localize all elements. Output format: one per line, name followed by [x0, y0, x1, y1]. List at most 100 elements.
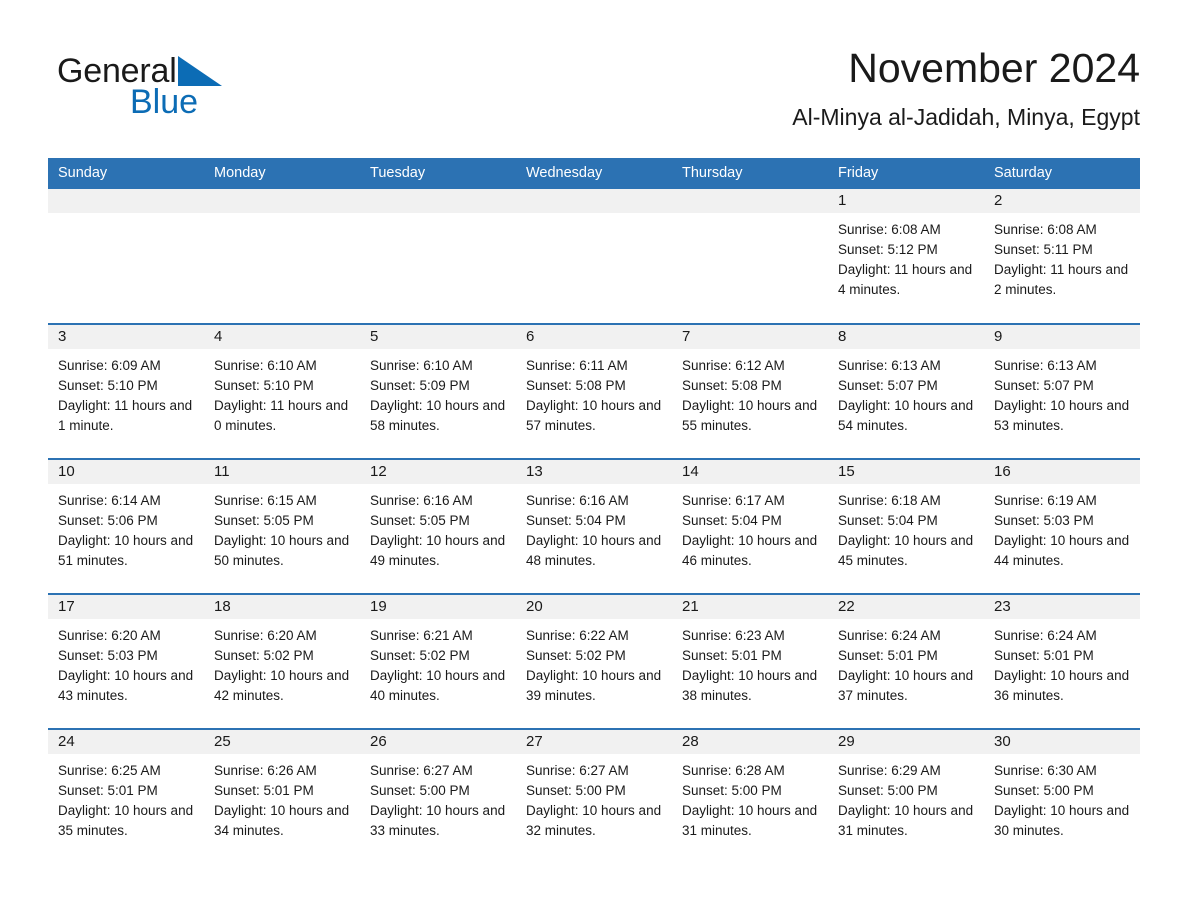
calendar-day-cell[interactable]: 23 Sunrise: 6:24 AM Sunset: 5:01 PM Dayligh…: [984, 593, 1140, 729]
day-details: Sunrise: 6:17 AM Sunset: 5:04 PM Daylight:…: [672, 484, 828, 571]
sunrise-text: Sunrise: 6:24 AM: [838, 628, 941, 643]
day-number: 26: [360, 730, 516, 754]
sunset-text: Sunset: 5:04 PM: [526, 513, 626, 528]
calendar-day-cell[interactable]: 4 Sunrise: 6:10 AM Sunset: 5:10 PM Daylight…: [204, 323, 360, 459]
calendar-week-row: 24 Sunrise: 6:25 AM Sunset: 5:01 PM Dayligh…: [48, 728, 1140, 864]
calendar-day-cell[interactable]: 7 Sunrise: 6:12 AM Sunset: 5:08 PM Daylight…: [672, 323, 828, 459]
calendar-day-cell[interactable]: 17 Sunrise: 6:20 AM Sunset: 5:03 PM Dayligh…: [48, 593, 204, 729]
calendar-day-cell[interactable]: 19 Sunrise: 6:21 AM Sunset: 5:02 PM Dayligh…: [360, 593, 516, 729]
day-number: 18: [204, 595, 360, 619]
calendar-day-cell[interactable]: 14 Sunrise: 6:17 AM Sunset: 5:04 PM Dayligh…: [672, 458, 828, 594]
sunrise-text: Sunrise: 6:10 AM: [214, 358, 317, 373]
calendar-cell-empty: [672, 189, 828, 324]
calendar-day-cell[interactable]: 25 Sunrise: 6:26 AM Sunset: 5:01 PM Dayligh…: [204, 728, 360, 864]
weekday-header-tuesday: Tuesday: [360, 158, 516, 189]
day-number: 20: [516, 595, 672, 619]
day-number: [204, 189, 360, 213]
sunrise-text: Sunrise: 6:21 AM: [370, 628, 473, 643]
day-number: 11: [204, 460, 360, 484]
day-details: Sunrise: 6:08 AM Sunset: 5:12 PM Daylight:…: [828, 213, 984, 300]
day-details: Sunrise: 6:24 AM Sunset: 5:01 PM Daylight:…: [828, 619, 984, 706]
day-number: 23: [984, 595, 1140, 619]
calendar-day-cell[interactable]: 18 Sunrise: 6:20 AM Sunset: 5:02 PM Dayligh…: [204, 593, 360, 729]
sunrise-text: Sunrise: 6:14 AM: [58, 493, 161, 508]
calendar-day-cell[interactable]: 1 Sunrise: 6:08 AM Sunset: 5:12 PM Daylight…: [828, 189, 984, 324]
calendar-day-cell[interactable]: 2 Sunrise: 6:08 AM Sunset: 5:11 PM Daylight…: [984, 189, 1140, 324]
calendar-day-cell[interactable]: 8 Sunrise: 6:13 AM Sunset: 5:07 PM Daylight…: [828, 323, 984, 459]
day-details: Sunrise: 6:14 AM Sunset: 5:06 PM Daylight:…: [48, 484, 204, 571]
brand-logo[interactable]: General Blue: [57, 52, 357, 122]
weekday-header-wednesday: Wednesday: [516, 158, 672, 189]
calendar-day-cell[interactable]: 24 Sunrise: 6:25 AM Sunset: 5:01 PM Dayligh…: [48, 728, 204, 864]
daylight-text: Daylight: 10 hours and 31 minutes.: [838, 803, 974, 838]
day-number: 3: [48, 325, 204, 349]
day-details: Sunrise: 6:16 AM Sunset: 5:04 PM Daylight:…: [516, 484, 672, 571]
daylight-text: Daylight: 10 hours and 44 minutes.: [994, 533, 1130, 568]
daylight-text: Daylight: 10 hours and 39 minutes.: [526, 668, 662, 703]
day-number: 2: [984, 189, 1140, 213]
calendar-day-cell[interactable]: 28 Sunrise: 6:28 AM Sunset: 5:00 PM Dayligh…: [672, 728, 828, 864]
calendar-day-cell[interactable]: 29 Sunrise: 6:29 AM Sunset: 5:00 PM Dayligh…: [828, 728, 984, 864]
daylight-text: Daylight: 10 hours and 57 minutes.: [526, 398, 662, 433]
calendar-day-cell[interactable]: 9 Sunrise: 6:13 AM Sunset: 5:07 PM Daylight…: [984, 323, 1140, 459]
daylight-text: Daylight: 11 hours and 4 minutes.: [838, 262, 973, 297]
day-number: [360, 189, 516, 213]
sunset-text: Sunset: 5:06 PM: [58, 513, 158, 528]
daylight-text: Daylight: 10 hours and 51 minutes.: [58, 533, 194, 568]
sunset-text: Sunset: 5:01 PM: [838, 648, 938, 663]
sunset-text: Sunset: 5:09 PM: [370, 378, 470, 393]
day-number: 24: [48, 730, 204, 754]
calendar-day-cell[interactable]: 20 Sunrise: 6:22 AM Sunset: 5:02 PM Dayligh…: [516, 593, 672, 729]
day-number: 21: [672, 595, 828, 619]
day-number: 9: [984, 325, 1140, 349]
calendar-day-cell[interactable]: 12 Sunrise: 6:16 AM Sunset: 5:05 PM Dayligh…: [360, 458, 516, 594]
sunrise-text: Sunrise: 6:08 AM: [994, 222, 1097, 237]
calendar-day-cell[interactable]: 13 Sunrise: 6:16 AM Sunset: 5:04 PM Dayligh…: [516, 458, 672, 594]
calendar-day-cell[interactable]: 10 Sunrise: 6:14 AM Sunset: 5:06 PM Dayligh…: [48, 458, 204, 594]
calendar-day-cell[interactable]: 5 Sunrise: 6:10 AM Sunset: 5:09 PM Daylight…: [360, 323, 516, 459]
calendar-table: Sunday Monday Tuesday Wednesday Thursday…: [48, 158, 1140, 864]
sunrise-text: Sunrise: 6:27 AM: [370, 763, 473, 778]
day-details: Sunrise: 6:20 AM Sunset: 5:02 PM Daylight:…: [204, 619, 360, 706]
calendar-week-row: 3 Sunrise: 6:09 AM Sunset: 5:10 PM Daylight…: [48, 323, 1140, 459]
calendar-day-cell[interactable]: 21 Sunrise: 6:23 AM Sunset: 5:01 PM Dayligh…: [672, 593, 828, 729]
daylight-text: Daylight: 10 hours and 50 minutes.: [214, 533, 350, 568]
sunrise-text: Sunrise: 6:26 AM: [214, 763, 317, 778]
sunset-text: Sunset: 5:08 PM: [682, 378, 782, 393]
calendar-day-cell[interactable]: 11 Sunrise: 6:15 AM Sunset: 5:05 PM Dayligh…: [204, 458, 360, 594]
sunrise-text: Sunrise: 6:15 AM: [214, 493, 317, 508]
sunrise-text: Sunrise: 6:09 AM: [58, 358, 161, 373]
day-details: Sunrise: 6:20 AM Sunset: 5:03 PM Daylight:…: [48, 619, 204, 706]
day-details: Sunrise: 6:13 AM Sunset: 5:07 PM Daylight:…: [828, 349, 984, 436]
sunset-text: Sunset: 5:02 PM: [370, 648, 470, 663]
calendar-day-cell[interactable]: 15 Sunrise: 6:18 AM Sunset: 5:04 PM Dayligh…: [828, 458, 984, 594]
calendar-day-cell[interactable]: 3 Sunrise: 6:09 AM Sunset: 5:10 PM Daylight…: [48, 323, 204, 459]
day-number: 12: [360, 460, 516, 484]
calendar-day-cell[interactable]: 26 Sunrise: 6:27 AM Sunset: 5:00 PM Dayligh…: [360, 728, 516, 864]
calendar-day-cell[interactable]: 30 Sunrise: 6:30 AM Sunset: 5:00 PM Dayligh…: [984, 728, 1140, 864]
page-subtitle: Al-Minya al-Jadidah, Minya, Egypt: [792, 104, 1140, 130]
calendar-day-cell[interactable]: 16 Sunrise: 6:19 AM Sunset: 5:03 PM Dayligh…: [984, 458, 1140, 594]
day-details: Sunrise: 6:12 AM Sunset: 5:08 PM Daylight:…: [672, 349, 828, 436]
calendar-cell-empty: [204, 189, 360, 324]
daylight-text: Daylight: 10 hours and 54 minutes.: [838, 398, 974, 433]
daylight-text: Daylight: 10 hours and 58 minutes.: [370, 398, 506, 433]
day-number: 17: [48, 595, 204, 619]
calendar-cell-empty: [516, 189, 672, 324]
day-details: Sunrise: 6:27 AM Sunset: 5:00 PM Daylight:…: [360, 754, 516, 841]
day-details: Sunrise: 6:25 AM Sunset: 5:01 PM Daylight:…: [48, 754, 204, 841]
weekday-header-monday: Monday: [204, 158, 360, 189]
sunset-text: Sunset: 5:04 PM: [682, 513, 782, 528]
calendar-day-cell[interactable]: 6 Sunrise: 6:11 AM Sunset: 5:08 PM Daylight…: [516, 323, 672, 459]
sunrise-text: Sunrise: 6:08 AM: [838, 222, 941, 237]
day-number: 7: [672, 325, 828, 349]
calendar-day-cell[interactable]: 27 Sunrise: 6:27 AM Sunset: 5:00 PM Dayligh…: [516, 728, 672, 864]
daylight-text: Daylight: 11 hours and 0 minutes.: [214, 398, 349, 433]
day-details: Sunrise: 6:15 AM Sunset: 5:05 PM Daylight:…: [204, 484, 360, 571]
sunrise-text: Sunrise: 6:28 AM: [682, 763, 785, 778]
sunset-text: Sunset: 5:05 PM: [370, 513, 470, 528]
calendar-day-cell[interactable]: 22 Sunrise: 6:24 AM Sunset: 5:01 PM Dayligh…: [828, 593, 984, 729]
sunrise-text: Sunrise: 6:29 AM: [838, 763, 941, 778]
daylight-text: Daylight: 10 hours and 49 minutes.: [370, 533, 506, 568]
sunrise-text: Sunrise: 6:25 AM: [58, 763, 161, 778]
